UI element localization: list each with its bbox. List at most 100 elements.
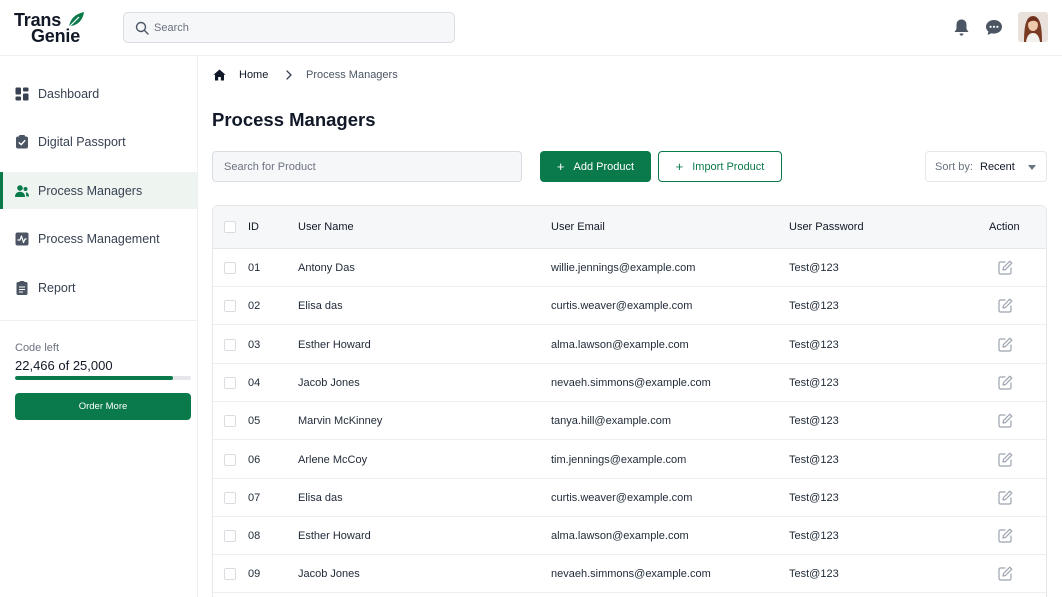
- add-product-button[interactable]: + Add Product: [540, 151, 651, 182]
- bell-icon[interactable]: [953, 18, 970, 37]
- product-search[interactable]: [212, 151, 522, 182]
- badge-check-icon: [16, 135, 28, 149]
- activity-icon: [15, 232, 29, 246]
- cell-user-password: Test@123: [789, 338, 839, 351]
- select-all-checkbox[interactable]: [224, 221, 236, 233]
- cell-user-email: tim.jennings@example.com: [551, 453, 687, 466]
- row-checkbox[interactable]: [224, 338, 236, 351]
- cell-user-password: Test@123: [789, 415, 839, 428]
- row-checkbox[interactable]: [224, 568, 236, 581]
- cell-user-email: nevaeh.simmons@example.com: [551, 568, 711, 581]
- brand-logo[interactable]: Trans Genie: [14, 11, 88, 45]
- row-checkbox[interactable]: [224, 530, 236, 543]
- avatar[interactable]: [1018, 12, 1048, 42]
- sidebar-item-process-managers[interactable]: Process Managers: [0, 172, 197, 209]
- plus-icon: +: [556, 159, 565, 174]
- cell-id: 01: [248, 262, 261, 274]
- cell-user-password: Test@123: [789, 262, 839, 274]
- row-checkbox[interactable]: [224, 415, 236, 428]
- home-icon[interactable]: [213, 69, 226, 81]
- global-search-input[interactable]: [154, 13, 444, 42]
- process-managers-table: ID User Name User Email User Password Ac…: [212, 205, 1047, 597]
- cell-user-email: tanya.hill@example.com: [551, 415, 671, 428]
- cell-id: 08: [248, 530, 261, 543]
- edit-icon[interactable]: [998, 413, 1013, 428]
- cell-user-name: Arlene McCoy: [298, 453, 368, 466]
- cell-id: 07: [248, 491, 261, 504]
- breadcrumb-current: Process Managers: [306, 69, 398, 81]
- document-icon: [16, 281, 28, 295]
- column-header-user-email[interactable]: User Email: [551, 221, 605, 233]
- row-checkbox[interactable]: [224, 300, 236, 313]
- sidebar-item-label: Process Managers: [38, 184, 143, 198]
- brand-name-line2: Genie: [31, 26, 81, 46]
- user-portrait: [1018, 12, 1048, 42]
- table-row: 04 Jacob Jones nevaeh.simmons@example.co…: [213, 364, 1046, 402]
- import-product-button[interactable]: + Import Product: [658, 151, 782, 182]
- add-product-label: Add Product: [573, 161, 635, 173]
- table-row: 07 Elisa das curtis.weaver@example.com T…: [213, 479, 1046, 517]
- edit-icon[interactable]: [998, 528, 1013, 543]
- code-usage-progress-fill: [15, 376, 174, 380]
- row-checkbox[interactable]: [224, 491, 236, 504]
- cell-id: 02: [248, 300, 261, 313]
- sidebar-item-report[interactable]: Report: [0, 269, 197, 306]
- cell-user-password: Test@123: [789, 530, 839, 543]
- edit-icon[interactable]: [998, 375, 1013, 390]
- chat-icon[interactable]: [985, 19, 1003, 36]
- column-header-user-password[interactable]: User Password: [789, 221, 864, 233]
- code-left-label: Code left: [15, 342, 60, 354]
- table-row: 06 Arlene McCoy tim.jennings@example.com…: [213, 441, 1046, 479]
- top-bar: Trans Genie: [0, 0, 1062, 56]
- cell-user-name: Antony Das: [298, 262, 355, 274]
- edit-icon[interactable]: [998, 298, 1013, 313]
- sidebar-item-digital-passport[interactable]: Digital Passport: [0, 123, 197, 160]
- cell-id: 04: [248, 376, 261, 389]
- cell-user-name: Elisa das: [298, 491, 343, 504]
- table-row: 03 Esther Howard alma.lawson@example.com…: [213, 326, 1046, 364]
- cell-user-password: Test@123: [789, 491, 839, 504]
- sort-select[interactable]: Sort by: Recent: [925, 151, 1047, 182]
- table-row: 05 Marvin McKinney tanya.hill@example.co…: [213, 402, 1046, 441]
- table-header: ID User Name User Email User Password Ac…: [213, 206, 1046, 249]
- cell-user-name: Elisa das: [298, 300, 343, 313]
- sidebar-item-label: Report: [38, 281, 76, 295]
- search-icon: [135, 21, 149, 35]
- sort-label: Sort by:: [935, 161, 973, 173]
- cell-user-name: Marvin McKinney: [298, 415, 383, 428]
- column-header-action: Action: [989, 221, 1020, 233]
- edit-icon[interactable]: [998, 260, 1013, 275]
- edit-icon[interactable]: [998, 490, 1013, 505]
- order-more-button[interactable]: Order More: [15, 393, 191, 420]
- cell-user-password: Test@123: [789, 568, 839, 581]
- cell-user-email: curtis.weaver@example.com: [551, 491, 693, 504]
- cell-user-email: nevaeh.simmons@example.com: [551, 376, 711, 389]
- users-icon: [15, 185, 29, 197]
- column-header-id[interactable]: ID: [248, 221, 259, 233]
- edit-icon[interactable]: [998, 566, 1013, 581]
- cell-user-name: Esther Howard: [298, 338, 371, 351]
- sidebar-divider: [0, 320, 197, 321]
- caret-down-icon: [1028, 165, 1036, 170]
- cell-user-password: Test@123: [789, 376, 839, 389]
- sidebar: Dashboard Digital Passport Process Manag…: [0, 56, 198, 597]
- cell-user-email: alma.lawson@example.com: [551, 530, 689, 543]
- cell-user-email: alma.lawson@example.com: [551, 338, 689, 351]
- sidebar-item-label: Dashboard: [38, 87, 100, 101]
- row-checkbox[interactable]: [224, 376, 236, 389]
- product-search-input[interactable]: [224, 152, 514, 181]
- row-checkbox[interactable]: [224, 262, 236, 274]
- grid-icon: [15, 87, 29, 101]
- edit-icon[interactable]: [998, 452, 1013, 467]
- table-row: 09 Jacob Jones nevaeh.simmons@example.co…: [213, 555, 1046, 594]
- sidebar-item-process-management[interactable]: Process Management: [0, 220, 197, 257]
- breadcrumb-home[interactable]: Home: [239, 69, 268, 81]
- global-search[interactable]: [123, 12, 455, 43]
- cell-id: 09: [248, 568, 261, 581]
- cell-user-name: Jacob Jones: [298, 568, 360, 581]
- table-row: 01 Antony Das willie.jennings@example.co…: [213, 249, 1046, 287]
- sidebar-item-dashboard[interactable]: Dashboard: [0, 75, 197, 112]
- column-header-user-name[interactable]: User Name: [298, 221, 354, 233]
- edit-icon[interactable]: [998, 337, 1013, 352]
- row-checkbox[interactable]: [224, 453, 236, 466]
